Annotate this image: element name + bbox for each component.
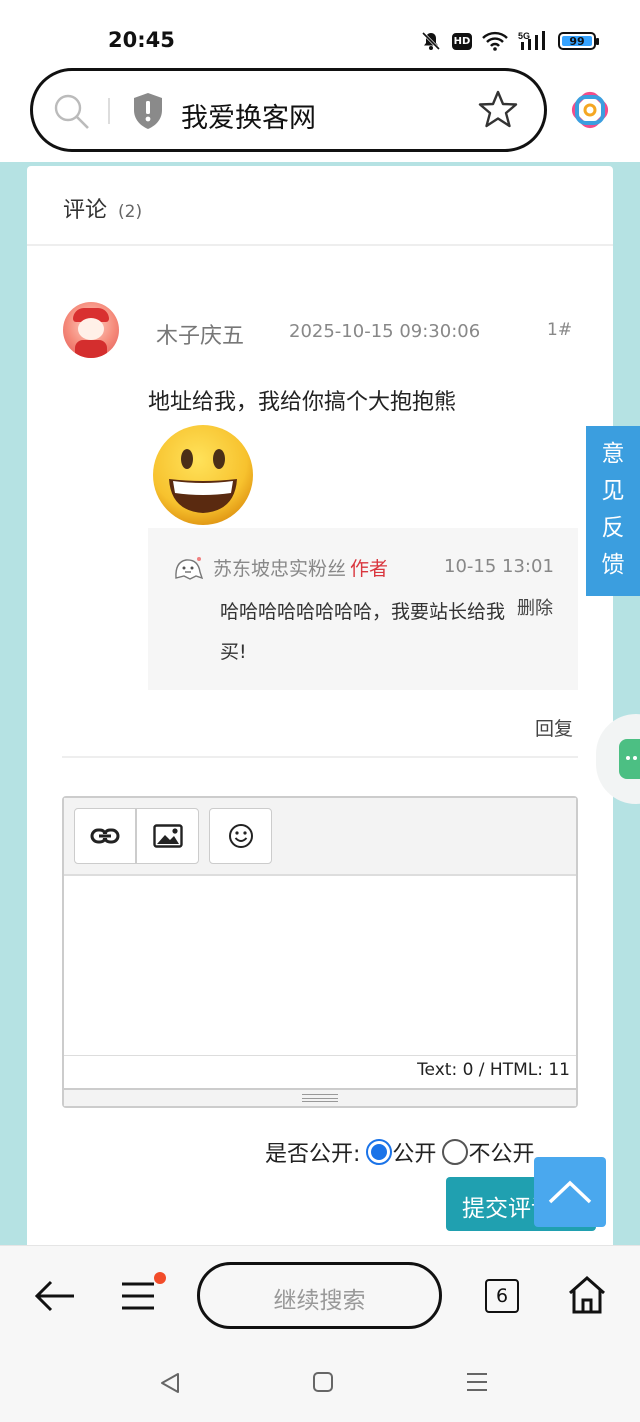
comment-text: 地址给我，我给你搞个大抱抱熊 bbox=[148, 390, 457, 415]
nav-home-icon[interactable] bbox=[312, 1371, 334, 1397]
private-radio[interactable] bbox=[442, 1139, 469, 1165]
mute-bell-icon bbox=[420, 30, 442, 52]
delete-reply-link[interactable]: 删除 bbox=[517, 594, 553, 620]
feedback-tab[interactable]: 意见反馈 bbox=[586, 426, 640, 596]
url-separator bbox=[108, 98, 110, 124]
system-nav-bar bbox=[0, 1345, 640, 1422]
reply-author[interactable]: 苏东坡忠实粉丝 作者 bbox=[213, 554, 388, 581]
public-radio[interactable] bbox=[366, 1139, 393, 1165]
reply-text: 哈哈哈哈哈哈哈哈，我要站长给我买! bbox=[220, 601, 506, 663]
battery-level: 99 bbox=[569, 34, 585, 48]
ghost-avatar-icon[interactable] bbox=[172, 554, 204, 586]
visibility-row: 是否公开: 公开 不公开 bbox=[265, 1136, 534, 1168]
reply-time: 10-15 13:01 bbox=[444, 556, 554, 577]
image-icon bbox=[152, 824, 183, 848]
back-to-top-button[interactable] bbox=[534, 1157, 606, 1227]
site-name: 我爱换客网 bbox=[181, 103, 316, 134]
home-icon[interactable] bbox=[566, 1274, 608, 1320]
signal-icon: 5G bbox=[518, 30, 548, 52]
author-badge: 作者 bbox=[350, 558, 389, 580]
continue-search-button[interactable]: 继续搜索 bbox=[197, 1262, 442, 1329]
comment-time: 2025-10-15 09:30:06 bbox=[289, 321, 481, 342]
comments-card: 评论 (2) 木子庆五 2025-10-15 09:30:06 1# 地址给我，… bbox=[27, 166, 613, 1245]
chat-icon bbox=[619, 739, 640, 779]
notification-dot bbox=[154, 1272, 166, 1284]
private-radio-label[interactable]: 不公开 bbox=[468, 1136, 534, 1168]
reply-item: 苏东坡忠实粉丝 作者 10-15 13:01 哈哈哈哈哈哈哈哈，我要站长给我买! … bbox=[148, 528, 578, 690]
emoji-icon bbox=[228, 824, 253, 848]
reply-button[interactable]: 回复 bbox=[535, 714, 573, 741]
editor-toolbar bbox=[64, 798, 576, 876]
insert-emoji-button[interactable] bbox=[209, 808, 272, 864]
grinning-face-icon bbox=[151, 423, 255, 527]
url-field[interactable]: 我爱换客网 bbox=[30, 68, 547, 152]
nav-recents-icon[interactable] bbox=[465, 1371, 489, 1397]
insert-link-button[interactable] bbox=[74, 808, 136, 864]
hd-icon: HD bbox=[452, 32, 472, 50]
page-content: 评论 (2) 木子庆五 2025-10-15 09:30:06 1# 地址给我，… bbox=[0, 162, 640, 1245]
comment-divider bbox=[62, 756, 578, 758]
chevron-up-icon bbox=[548, 1180, 592, 1204]
comments-header: 评论 (2) bbox=[27, 166, 613, 246]
comment-author[interactable]: 木子庆五 bbox=[156, 318, 244, 350]
address-bar: 我爱换客网 bbox=[0, 66, 640, 162]
search-icon[interactable] bbox=[53, 93, 91, 135]
browser-logo-icon[interactable] bbox=[570, 90, 610, 134]
status-time: 20:45 bbox=[108, 28, 175, 52]
comments-count: (2) bbox=[118, 202, 143, 222]
avatar[interactable] bbox=[63, 302, 119, 358]
comment-editor: Text: 0 / HTML: 11 bbox=[62, 796, 578, 1108]
shield-icon[interactable] bbox=[131, 91, 165, 135]
comment-floor: 1# bbox=[547, 320, 573, 340]
link-icon bbox=[90, 828, 120, 844]
editor-counter: Text: 0 / HTML: 11 bbox=[64, 1056, 576, 1090]
browser-bottom-bar: 继续搜索 6 bbox=[0, 1245, 640, 1345]
wifi-icon bbox=[482, 31, 508, 51]
status-icons: HD 5G 99 bbox=[420, 30, 599, 52]
status-bar: 20:45 HD 5G 99 bbox=[0, 0, 640, 66]
feedback-label: 意见反馈 bbox=[601, 441, 625, 578]
public-radio-label[interactable]: 公开 bbox=[392, 1136, 436, 1168]
insert-image-button[interactable] bbox=[136, 808, 199, 864]
editor-resize-handle[interactable] bbox=[64, 1090, 576, 1106]
battery-icon: 99 bbox=[558, 32, 599, 50]
back-arrow-icon[interactable] bbox=[34, 1280, 76, 1316]
nav-back-icon[interactable] bbox=[158, 1371, 182, 1399]
tabs-count-button[interactable]: 6 bbox=[485, 1279, 519, 1313]
editor-textarea[interactable] bbox=[64, 876, 576, 1056]
bookmark-star-icon[interactable] bbox=[478, 89, 518, 133]
menu-icon[interactable] bbox=[120, 1272, 166, 1316]
visibility-label: 是否公开: bbox=[265, 1142, 361, 1167]
comments-title: 评论 bbox=[63, 198, 108, 223]
